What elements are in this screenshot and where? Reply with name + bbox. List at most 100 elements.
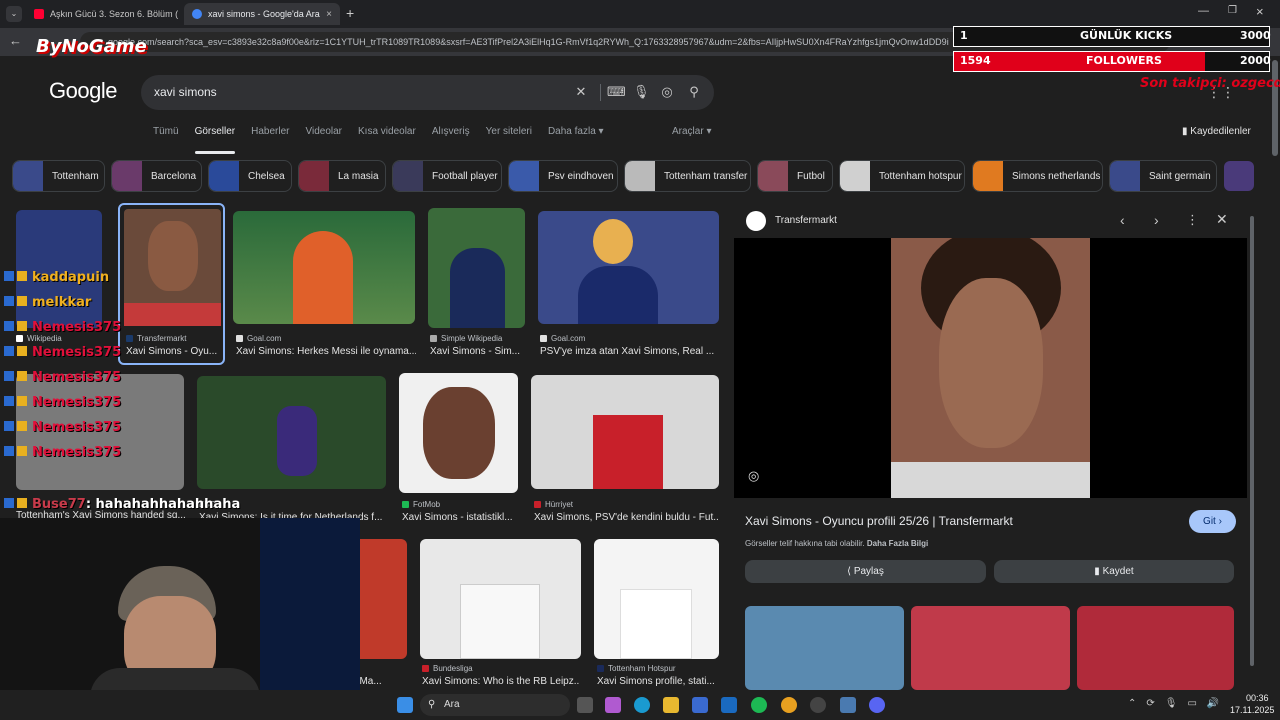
saved-button[interactable]: ▮ Kaydedilenler [1182, 126, 1251, 137]
tab-title: xavi simons - Google'da Ara [208, 9, 320, 19]
tab-sites[interactable]: Yer siteleri [486, 126, 532, 146]
tab-youtube[interactable]: Aşkın Gücü 3. Sezon 6. Bölüm ( × [26, 3, 180, 25]
result-image[interactable] [233, 211, 415, 324]
related-image[interactable] [745, 606, 904, 690]
restore-icon[interactable]: ❐ [1228, 5, 1237, 16]
chip-tottenham-transfer[interactable]: Tottenham transfer [624, 160, 751, 192]
chip-tottenham-hotspur[interactable]: Tottenham hotspur [839, 160, 965, 192]
tab-all[interactable]: Tümü [153, 126, 179, 146]
tray-icons[interactable]: ⌃⟳🎙▭🔊 [1128, 698, 1229, 709]
result-title[interactable]: PSV'ye imza atan Xavi Simons, Real ... [540, 346, 718, 357]
google-logo[interactable]: Google [49, 78, 117, 104]
chat-text: : hahahahhahahhaha [85, 497, 241, 512]
app-icon[interactable] [840, 697, 856, 713]
discord-icon[interactable] [869, 697, 885, 713]
result-image[interactable] [594, 539, 719, 659]
result-title[interactable]: Xavi Simons profile, stati... [597, 676, 719, 687]
tab-more[interactable]: Daha fazla ▾ [548, 126, 604, 146]
outlook-icon[interactable] [721, 697, 737, 713]
preview-title[interactable]: Xavi Simons - Oyuncu profili 25/26 | Tra… [745, 514, 1013, 528]
result-title[interactable]: Xavi Simons: Herkes Messi ile oynama... [236, 346, 416, 357]
chip-thumbnail[interactable] [1224, 161, 1254, 191]
spotify-icon[interactable] [751, 697, 767, 713]
clock-date[interactable]: 17.11.2025 [1230, 705, 1274, 715]
close-window-icon[interactable]: × [1256, 4, 1264, 19]
result-image[interactable] [197, 376, 386, 489]
save-button[interactable]: ▮ Kaydet [994, 560, 1234, 583]
keyboard-icon[interactable]: ⌨ [607, 84, 626, 100]
chip-psv-eindhoven[interactable]: Psv eindhoven [508, 160, 618, 192]
brand-text: ByNoGame [36, 36, 147, 57]
search-input[interactable]: xavi simons ✕ ⌨ 🎙 ◎ ⚲ [141, 75, 714, 110]
result-image[interactable] [399, 373, 518, 493]
tab-images[interactable]: Görseller [194, 126, 235, 154]
lens-icon[interactable]: ◎ [659, 84, 675, 100]
microphone-icon[interactable]: 🎙 [633, 84, 650, 100]
result-image[interactable] [531, 375, 719, 489]
task-view-icon[interactable] [577, 697, 593, 713]
result-title[interactable]: Xavi Simons - Sim... [430, 346, 522, 357]
page-scrollbar[interactable] [1272, 60, 1278, 156]
clear-icon[interactable]: ✕ [573, 84, 589, 100]
go-button[interactable]: Git › [1189, 510, 1236, 533]
minimize-icon[interactable]: — [1198, 5, 1209, 17]
tab-shopping[interactable]: Alışveriş [432, 126, 470, 146]
result-title[interactable]: Xavi Simons: Who is the RB Leipz... [422, 676, 580, 687]
last-follower: Son takipçi: ozgecdden [1140, 76, 1280, 91]
result-title[interactable]: Xavi Simons - Oyu... [126, 346, 220, 357]
tools-button[interactable]: Araçlar ▾ [672, 126, 712, 137]
close-preview-icon[interactable]: ✕ [1216, 211, 1228, 228]
store-icon[interactable] [692, 697, 708, 713]
tab-news[interactable]: Haberler [251, 126, 289, 146]
chat-username: Nemesis375 [32, 320, 122, 335]
related-image[interactable] [1077, 606, 1234, 690]
close-tab-icon[interactable]: × [326, 9, 332, 20]
chip-football-player[interactable]: Football player [392, 160, 502, 192]
taskbar-search[interactable]: ⚲ Ara [420, 694, 570, 716]
chip-thumbnail [209, 161, 239, 191]
prev-arrow-icon[interactable]: ‹ [1120, 212, 1125, 228]
chip-saint-germain[interactable]: Saint germain [1109, 160, 1217, 192]
tab-videos[interactable]: Videolar [306, 126, 343, 146]
chip-tottenham[interactable]: Tottenham [12, 160, 105, 192]
more-options-icon[interactable]: ⋮ [1186, 212, 1199, 228]
tab-search-button[interactable]: ⌄ [6, 6, 22, 22]
preview-main-image[interactable] [891, 238, 1090, 498]
related-image[interactable] [911, 606, 1070, 690]
result-image[interactable] [16, 210, 102, 328]
preview-site-name[interactable]: Transfermarkt [775, 215, 837, 226]
chrome-icon[interactable] [781, 697, 797, 713]
preview-scrollbar[interactable] [1250, 216, 1254, 666]
more-info-link[interactable]: Daha Fazla Bilgi [867, 539, 928, 548]
clock-time[interactable]: 00:36 [1246, 693, 1269, 703]
result-image[interactable] [420, 539, 581, 659]
result-image[interactable] [428, 208, 525, 328]
lens-search-icon[interactable]: ◎ [748, 468, 759, 484]
windows-start-icon[interactable] [397, 697, 413, 713]
google-icon [192, 9, 202, 19]
result-image[interactable] [538, 211, 719, 324]
tab-short-videos[interactable]: Kısa videolar [358, 126, 416, 146]
share-button[interactable]: ⟨ Paylaş [745, 560, 986, 583]
result-source: Goal.com [540, 334, 585, 343]
next-arrow-icon[interactable]: › [1154, 212, 1159, 228]
chip-chelsea[interactable]: Chelsea [208, 160, 292, 192]
steam-icon[interactable] [810, 697, 826, 713]
tab-google-search[interactable]: xavi simons - Google'da Ara × [184, 3, 340, 25]
search-icon: ⚲ [428, 699, 436, 710]
chat-username: Nemesis375 [32, 420, 122, 435]
edge-icon[interactable] [634, 697, 650, 713]
copilot-icon[interactable] [605, 697, 621, 713]
chip-label: Chelsea [248, 170, 285, 182]
chip-futbol[interactable]: Futbol [757, 160, 833, 192]
chip-barcelona[interactable]: Barcelona [111, 160, 202, 192]
kicks-goal: 3000 [1240, 29, 1271, 42]
back-arrow-icon[interactable]: ← [9, 33, 22, 48]
result-title[interactable]: Xavi Simons - istatistikl... [402, 512, 518, 523]
chip-la-masia[interactable]: La masia [298, 160, 386, 192]
new-tab-button[interactable]: + [346, 5, 354, 21]
chip-simons-netherlands[interactable]: Simons netherlands [972, 160, 1103, 192]
result-title[interactable]: Xavi Simons, PSV'de kendini buldu - Fut.… [534, 512, 718, 523]
file-explorer-icon[interactable] [663, 697, 679, 713]
search-icon[interactable]: ⚲ [686, 84, 702, 100]
